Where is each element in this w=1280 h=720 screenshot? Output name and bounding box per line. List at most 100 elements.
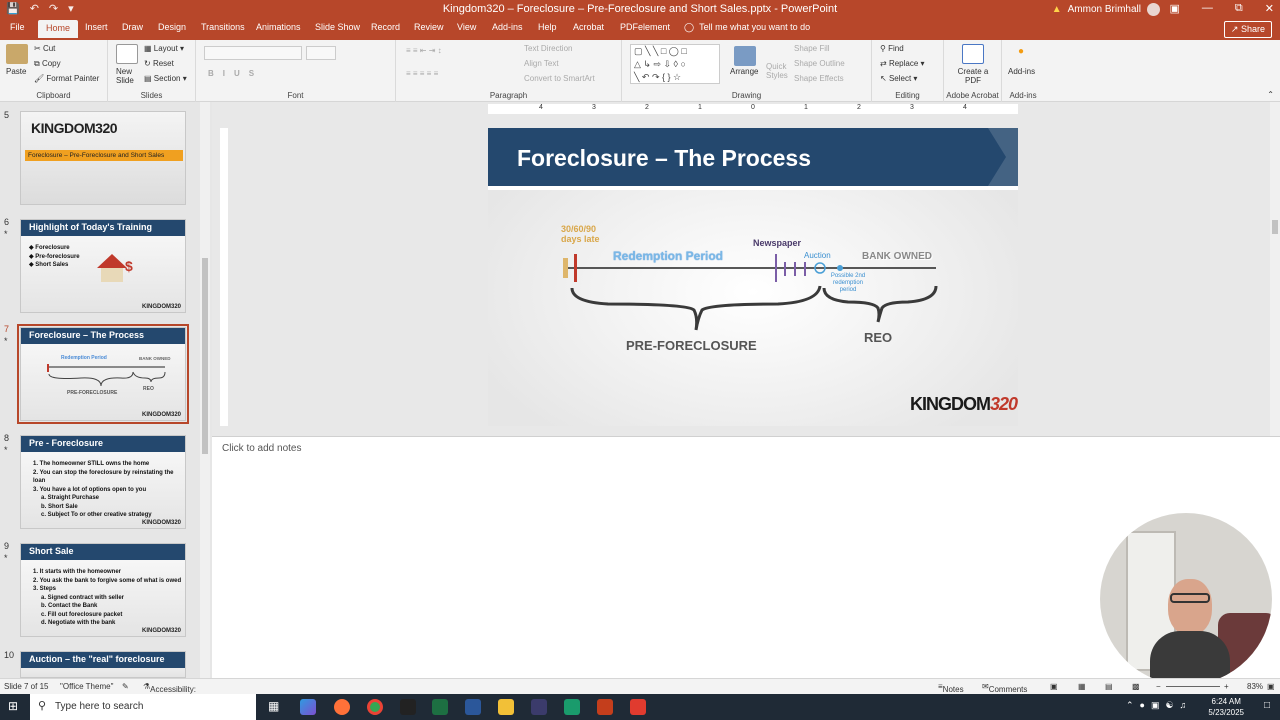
tab-insert[interactable]: Insert [85, 22, 108, 32]
notes-pane[interactable]: Click to add notes [212, 436, 1280, 685]
font-name-select[interactable] [204, 46, 302, 60]
font-format-buttons[interactable]: BIUS [208, 69, 263, 78]
addins-icon[interactable]: ● [1018, 46, 1024, 57]
tab-pdfelement[interactable]: PDFelement [620, 22, 670, 32]
zoom-slider[interactable] [1166, 686, 1220, 687]
slide-thumbnail-panel[interactable]: 5 KINGDOM320 Foreclosure – Pre-Foreclosu… [0, 102, 212, 678]
app-icon[interactable] [400, 699, 416, 715]
tab-animations[interactable]: Animations [256, 22, 301, 32]
font-size-select[interactable] [306, 46, 336, 60]
warning-icon[interactable]: ▲ [1052, 4, 1062, 15]
notes-toggle-button[interactable]: ≡ Notes [938, 682, 964, 694]
collapse-ribbon-icon[interactable]: ⌃ [1267, 90, 1274, 99]
tab-addins[interactable]: Add-ins [492, 22, 523, 32]
tab-transitions[interactable]: Transitions [201, 22, 245, 32]
comments-button[interactable]: ✉ Comments [982, 682, 1027, 694]
spelling-icon[interactable]: ✎ [122, 682, 129, 691]
powerpoint-icon[interactable] [597, 699, 613, 715]
tab-review[interactable]: Review [414, 22, 444, 32]
user-area[interactable]: ▲ Ammon Brimhall [1052, 3, 1160, 16]
convert-smartart-button[interactable]: Convert to SmartArt [524, 74, 595, 83]
arrange-button[interactable]: Arrange [730, 67, 758, 76]
create-pdf-icon[interactable] [962, 44, 984, 64]
zoom-level[interactable]: 83% [1247, 682, 1263, 691]
scrollbar-thumb[interactable] [1272, 220, 1278, 234]
format-painter-button[interactable]: 🖌 Format Painter [34, 74, 99, 83]
align-buttons[interactable]: ≡ ≡ ≡ ≡ ≡ [406, 69, 438, 78]
tab-help[interactable]: Help [538, 22, 557, 32]
task-view-icon[interactable]: ▦ [268, 699, 279, 713]
reading-view-icon[interactable]: ▤ [1105, 682, 1113, 691]
shapes-gallery[interactable]: ▢ ╲ ╲ □ ◯ □ △ ↳ ⇨ ⇩ ◊ ○ ╲ ↶ ↷ { } ☆ [630, 44, 720, 84]
slideshow-icon[interactable]: ▩ [1132, 682, 1140, 691]
chrome-icon[interactable] [367, 699, 383, 715]
app-icon[interactable] [630, 699, 646, 715]
slide-canvas[interactable]: Foreclosure – The Process 30/60/90 days … [488, 128, 1018, 426]
windows-start-icon[interactable]: ⊞ [8, 699, 18, 713]
tab-view[interactable]: View [457, 22, 476, 32]
slide-thumbnail-5[interactable]: KINGDOM320 Foreclosure – Pre-Foreclosure… [20, 111, 186, 205]
restore-icon[interactable]: ⧉ [1235, 2, 1243, 15]
fit-slide-icon[interactable]: ▣ [1267, 682, 1275, 691]
slide-thumbnail-8[interactable]: Pre - Foreclosure 1. The homeowner STILL… [20, 435, 186, 529]
system-tray-icons[interactable]: ⌃●▣☯♫ [1126, 700, 1192, 711]
taskbar-search[interactable]: ⚲ Type here to search [30, 694, 256, 720]
slide-thumbnail-9[interactable]: Short Sale 1. It starts with the homeown… [20, 543, 186, 637]
layout-button[interactable]: ▦ Layout ▾ [144, 44, 184, 53]
slide-title[interactable]: Foreclosure – The Process [517, 145, 811, 172]
slide-thumbnail-6[interactable]: Highlight of Today's Training ◆ Foreclos… [20, 219, 186, 313]
list-buttons[interactable]: ≡ ≡ ⇤ ⇥ ↕ [406, 46, 442, 55]
addins-button[interactable]: Add-ins [1008, 67, 1035, 76]
minimize-icon[interactable]: — [1202, 2, 1213, 15]
tab-slide-show[interactable]: Slide Show [315, 22, 360, 32]
arrange-icon[interactable] [734, 46, 756, 66]
paste-button[interactable]: Paste [6, 67, 26, 76]
excel-icon[interactable] [432, 699, 448, 715]
create-pdf-button[interactable]: Create a PDF [956, 67, 990, 85]
slide-sorter-icon[interactable]: ▦ [1078, 682, 1086, 691]
slide-thumbnail-10[interactable]: Auction – the "real" foreclosure [20, 651, 186, 678]
taskbar-clock[interactable]: 6:24 AM 5/23/2025 [1208, 696, 1244, 718]
replace-button[interactable]: ⇄ Replace ▾ [880, 59, 925, 68]
section-button[interactable]: ▤ Section ▾ [144, 74, 187, 83]
tab-draw[interactable]: Draw [122, 22, 143, 32]
select-button[interactable]: ↖ Select ▾ [880, 74, 917, 83]
notification-icon[interactable]: □ [1264, 700, 1270, 711]
editor-scrollbar[interactable] [1270, 102, 1280, 436]
align-text-button[interactable]: Align Text [524, 59, 559, 68]
tell-me-search[interactable]: ◯ Tell me what you want to do [684, 22, 810, 33]
shape-outline-button[interactable]: Shape Outline [794, 59, 845, 68]
shape-effects-button[interactable]: Shape Effects [794, 74, 844, 83]
share-button[interactable]: ↗ Share [1223, 21, 1272, 38]
quick-styles-button[interactable]: Quick Styles [766, 62, 792, 80]
find-button[interactable]: ⚲ Find [880, 44, 904, 53]
avatar[interactable] [1147, 3, 1160, 16]
text-direction-button[interactable]: Text Direction [524, 44, 572, 53]
word-icon[interactable] [465, 699, 481, 715]
tab-acrobat[interactable]: Acrobat [573, 22, 604, 32]
tab-design[interactable]: Design [158, 22, 186, 32]
thumbnail-scrollbar[interactable] [200, 102, 210, 678]
app-icon[interactable] [531, 699, 547, 715]
accessibility-button[interactable]: ⚗ Accessibility: Investigate [143, 682, 196, 703]
cut-button[interactable]: ✂ Cut [34, 44, 55, 53]
scrollbar-thumb[interactable] [202, 258, 208, 454]
ribbon-display-icon[interactable]: ▣ [1170, 2, 1180, 15]
file-explorer-icon[interactable] [498, 699, 514, 715]
tab-record[interactable]: Record [371, 22, 400, 32]
new-slide-icon[interactable] [116, 44, 138, 64]
shape-fill-button[interactable]: Shape Fill [794, 44, 830, 53]
app-icon[interactable] [564, 699, 580, 715]
tab-file[interactable]: File [10, 22, 25, 32]
close-icon[interactable]: ✕ [1265, 2, 1274, 15]
normal-view-icon[interactable]: ▣ [1050, 682, 1058, 691]
slide-thumbnail-7[interactable]: Foreclosure – The Process Redemption Per… [17, 324, 189, 424]
reset-button[interactable]: ↻ Reset [144, 59, 174, 68]
firefox-icon[interactable] [334, 699, 350, 715]
tab-home[interactable]: Home [38, 20, 79, 38]
paste-icon[interactable] [6, 44, 28, 64]
copilot-icon[interactable] [300, 699, 316, 715]
zoom-out-icon[interactable]: − [1156, 682, 1161, 691]
copy-button[interactable]: ⧉ Copy [34, 59, 61, 69]
zoom-in-icon[interactable]: + [1224, 682, 1229, 691]
